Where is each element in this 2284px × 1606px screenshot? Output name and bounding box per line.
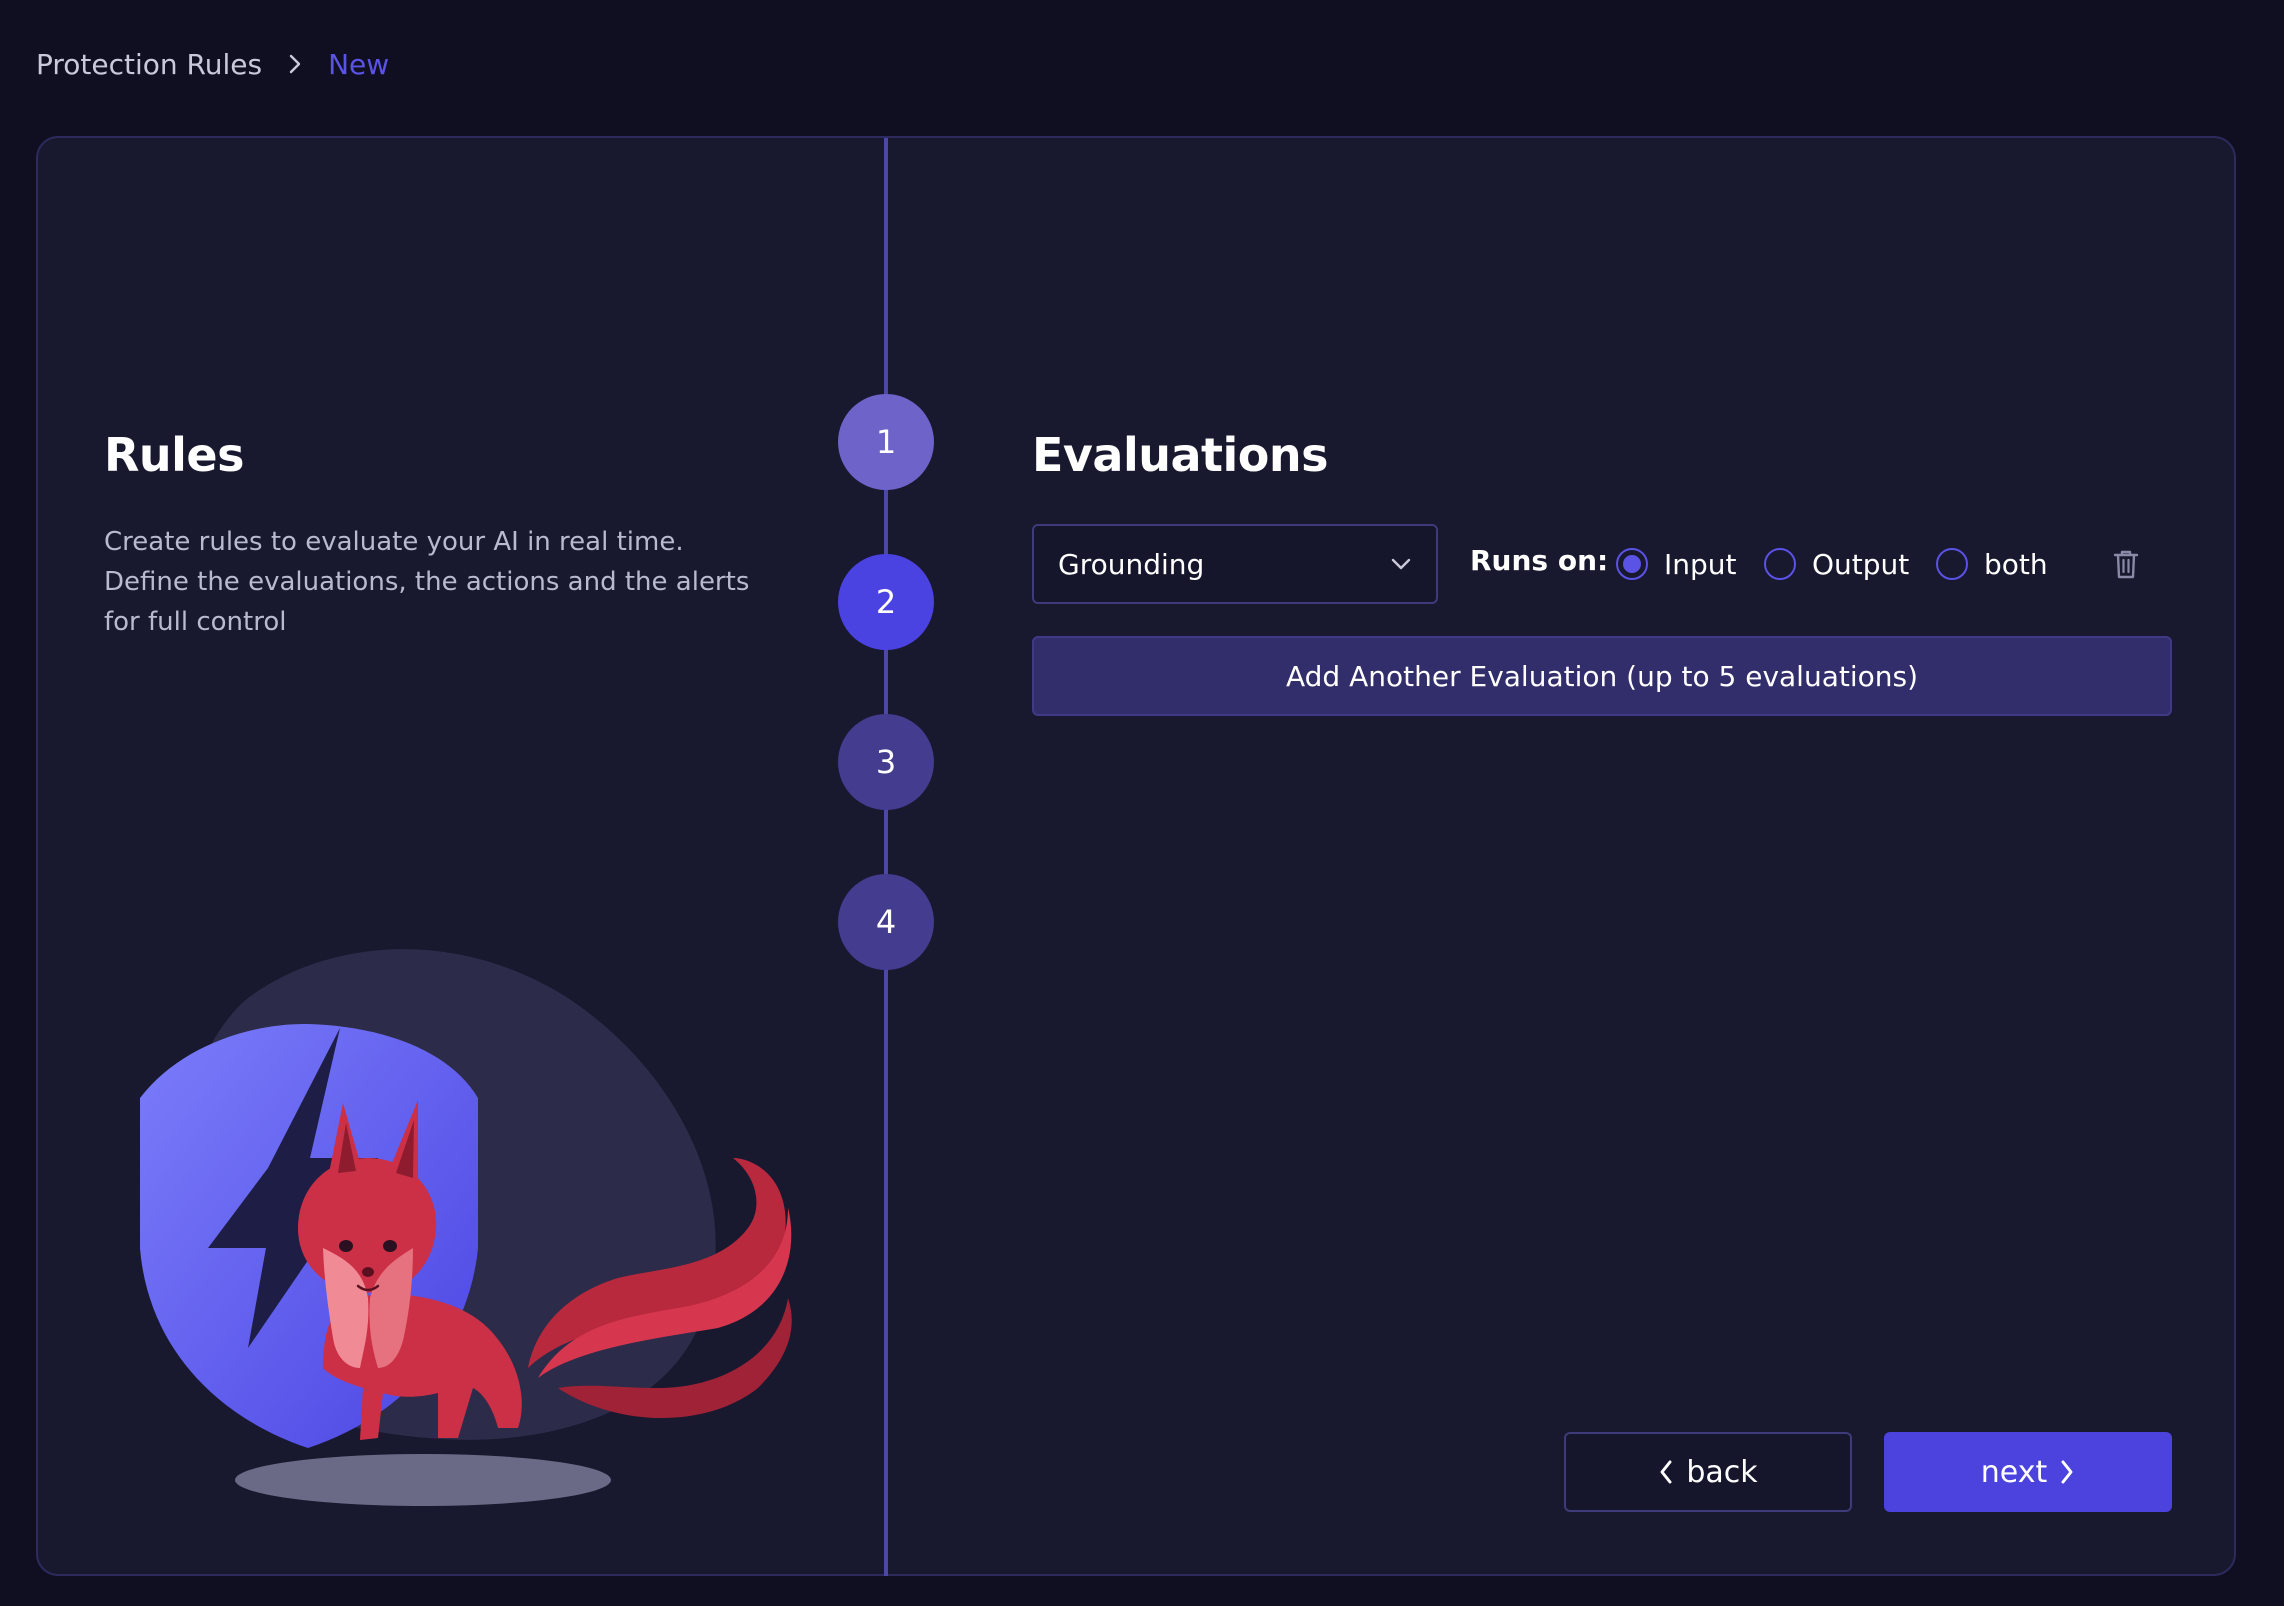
- delete-evaluation-button[interactable]: [2106, 544, 2146, 584]
- radio-label-input: Input: [1664, 547, 1737, 581]
- radio-label-both: both: [1984, 547, 2048, 581]
- chevron-right-icon: [2059, 1458, 2075, 1486]
- rules-description: Create rules to evaluate your AI in real…: [104, 527, 750, 637]
- radio-circle: [1936, 548, 1968, 580]
- runs-on-both-radio[interactable]: both: [1936, 542, 2048, 586]
- chevron-left-icon: [1658, 1458, 1674, 1486]
- add-evaluation-button[interactable]: Add Another Evaluation (up to 5 evaluati…: [1032, 636, 2172, 716]
- breadcrumb-protection-rules[interactable]: Protection Rules: [36, 48, 262, 81]
- runs-on-label: Runs on:: [1470, 544, 1609, 577]
- rules-title: Rules: [104, 428, 245, 482]
- radio-circle-checked: [1616, 548, 1648, 580]
- evaluation-select[interactable]: Grounding: [1032, 524, 1438, 604]
- step-2-active[interactable]: 2: [838, 554, 934, 650]
- evaluations-title: Evaluations: [1032, 428, 1329, 482]
- next-button[interactable]: next: [1884, 1432, 2172, 1512]
- stepper-line: [884, 138, 888, 1576]
- chevron-right-icon: [288, 53, 302, 75]
- shield-fox-illustration: [98, 828, 798, 1528]
- back-label: back: [1686, 1454, 1758, 1490]
- rule-wizard-card: Rules Create rules to evaluate your AI i…: [36, 136, 2236, 1576]
- next-label: next: [1980, 1454, 2048, 1490]
- step-4[interactable]: 4: [838, 874, 934, 970]
- fox-mascot-image: [140, 949, 792, 1506]
- runs-on-input-radio[interactable]: Input: [1616, 542, 1737, 586]
- step-1[interactable]: 1: [838, 394, 934, 490]
- step-3[interactable]: 3: [838, 714, 934, 810]
- chevron-down-icon: [1390, 557, 1412, 571]
- trash-icon: [2112, 548, 2140, 580]
- radio-label-output: Output: [1812, 547, 1910, 581]
- breadcrumb: Protection Rules New: [36, 44, 389, 84]
- evaluation-select-value: Grounding: [1058, 547, 1205, 581]
- breadcrumb-current: New: [328, 47, 390, 81]
- radio-circle: [1764, 548, 1796, 580]
- runs-on-output-radio[interactable]: Output: [1764, 542, 1909, 586]
- back-button[interactable]: back: [1564, 1432, 1852, 1512]
